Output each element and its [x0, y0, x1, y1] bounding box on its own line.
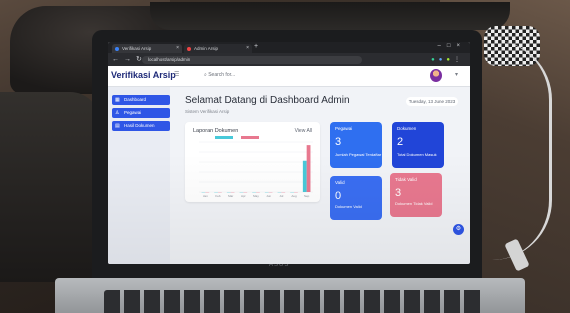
- sidebar-item-label: Dashboard: [124, 97, 147, 102]
- sidebar-item-hasil-dokumen[interactable]: ▤ Hasil Dokumen: [112, 121, 170, 131]
- browser-tab[interactable]: Verifikasi Arsip ×: [112, 44, 182, 53]
- stat-value: 2: [397, 136, 404, 148]
- stat-description: Jumlah Pegawai Terdaftar: [335, 152, 382, 157]
- bar-chart: Jan Feb Mar Apr May Jun Jul Aug Sep: [199, 136, 313, 198]
- grid-icon: ▦: [115, 97, 120, 103]
- dark-cushion: [0, 92, 100, 282]
- brand-title[interactable]: Verifikasi Arsip: [111, 70, 176, 80]
- avatar[interactable]: [430, 69, 442, 82]
- stat-value: 3: [395, 187, 402, 199]
- stat-label: Valid: [335, 180, 345, 185]
- menu-dots-icon[interactable]: ⋮: [454, 57, 464, 63]
- page-subtitle: Sistem Verifikasi Arsip: [185, 109, 230, 114]
- sidebar-item-label: Pegawai: [124, 110, 142, 115]
- x-tick-label: Feb: [215, 194, 221, 198]
- date-badge: Tuesday, 13 June 2023: [406, 97, 458, 106]
- extension-icon[interactable]: ●: [431, 57, 439, 63]
- browser-tab-bar: Verifikasi Arsip × Admin Arsip × + –□×: [108, 42, 470, 53]
- stat-label: Tidak Valid: [395, 177, 417, 182]
- x-tick-label: Aug: [291, 194, 297, 198]
- stat-description: Total Dokumen Masuk: [397, 152, 437, 157]
- photo-frame: ASUS Verifikasi Arsip × Admin Arsip × + …: [0, 0, 570, 313]
- stat-description: Dokumen Tidak Valid: [395, 201, 433, 206]
- page-title: Selamat Datang di Dashboard Admin: [185, 95, 350, 106]
- tab-label: Admin Arsip: [194, 46, 219, 51]
- sidebar: ▦ Dashboard ♙ Pegawai ▤ Hasil Dokumen: [108, 87, 170, 264]
- browser-toolbar: ←→↻ localhost/arsip/admin ●●●⋮: [108, 53, 470, 66]
- gear-icon: ⚙: [455, 226, 462, 232]
- sidebar-item-label: Hasil Dokumen: [124, 123, 155, 128]
- stat-description: Dokumen Valid: [335, 204, 362, 209]
- tab-favicon-icon: [115, 46, 119, 51]
- window-controls[interactable]: –□×: [438, 43, 466, 49]
- user-icon: ♙: [115, 110, 120, 116]
- tab-label: Verifikasi Arsip: [122, 46, 152, 51]
- tab-favicon-icon: [187, 46, 191, 51]
- url-text: localhost/arsip/admin: [148, 57, 191, 62]
- legend-swatch: [215, 136, 233, 139]
- x-tick-label: May: [253, 194, 259, 198]
- x-tick-label: Sep: [304, 194, 310, 198]
- new-tab-icon[interactable]: +: [254, 43, 258, 50]
- chart-bar: [302, 160, 307, 192]
- search-input[interactable]: ⌕ Search for...: [204, 71, 274, 80]
- close-icon[interactable]: ×: [176, 44, 179, 53]
- laptop-screen: Verifikasi Arsip × Admin Arsip × + –□× ←…: [108, 42, 470, 264]
- address-bar[interactable]: localhost/arsip/admin: [142, 56, 362, 64]
- stat-value: 0: [335, 190, 342, 202]
- stat-card-valid[interactable]: Valid 0 Dokumen Valid: [330, 176, 382, 220]
- legend-swatch: [241, 136, 259, 139]
- extension-icon[interactable]: ●: [446, 57, 454, 63]
- browser-tab[interactable]: Admin Arsip ×: [184, 44, 252, 53]
- hamburger-menu-icon[interactable]: ☰: [174, 71, 179, 78]
- chart-card: Laporan Dokumen View All Jan Feb Mar Apr May…: [185, 122, 320, 202]
- document-icon: ▤: [115, 123, 120, 129]
- x-tick-label: Jan: [203, 194, 208, 198]
- x-tick-label: Apr: [241, 194, 246, 198]
- stat-label: Pegawai: [335, 126, 353, 131]
- app-header: Verifikasi Arsip ☰ ⌕ Search for... ▾: [108, 66, 470, 87]
- sidebar-item-pegawai[interactable]: ♙ Pegawai: [112, 108, 170, 118]
- main-content: Selamat Datang di Dashboard Admin Sistem…: [170, 87, 470, 264]
- stat-value: 3: [335, 136, 342, 148]
- extension-icons[interactable]: ●●●⋮: [431, 56, 464, 63]
- close-icon[interactable]: ×: [246, 44, 249, 53]
- x-tick-label: Jul: [279, 194, 283, 198]
- x-tick-label: Jun: [266, 194, 271, 198]
- stat-card-tidak-valid[interactable]: Tidak Valid 3 Dokumen Tidak Valid: [390, 173, 442, 217]
- user-menu-icon[interactable]: ▾: [455, 71, 458, 78]
- sidebar-item-dashboard[interactable]: ▦ Dashboard: [112, 95, 170, 105]
- stat-card-pegawai[interactable]: Pegawai 3 Jumlah Pegawai Terdaftar: [330, 122, 382, 168]
- settings-fab-button[interactable]: ⚙: [453, 224, 464, 235]
- stat-card-dokumen[interactable]: Dokumen 2 Total Dokumen Masuk: [392, 122, 444, 168]
- x-tick-label: Mar: [228, 194, 233, 198]
- stat-label: Dokumen: [397, 126, 417, 131]
- bag-strap: [150, 2, 510, 30]
- search-placeholder: Search for...: [208, 72, 236, 78]
- keyboard: [104, 290, 484, 313]
- chart-bar: [306, 145, 311, 192]
